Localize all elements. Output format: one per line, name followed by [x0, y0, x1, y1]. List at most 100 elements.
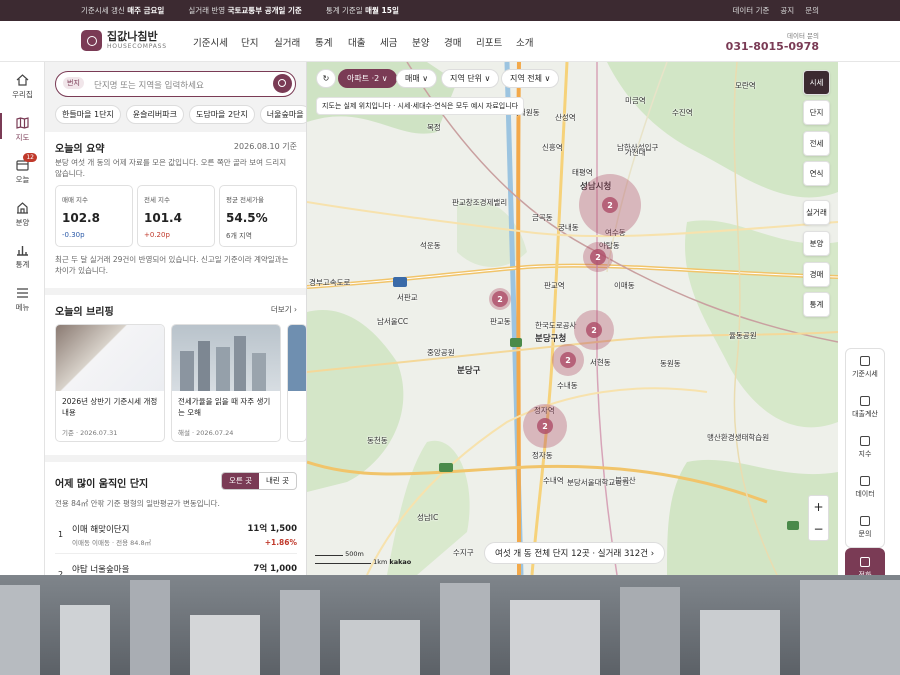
nav-item[interactable]: 경매 [444, 35, 476, 49]
briefing-item[interactable]: 2026년 상반기 기준시세 개정 내용 기준 · 2026.07.31 [55, 324, 165, 442]
map-cluster[interactable]: 2 [489, 288, 511, 310]
zoom-out-button[interactable]: − [809, 518, 828, 540]
nav-item[interactable]: 소개 [516, 35, 548, 49]
quick-chip[interactable]: 윤슬리버파크 [125, 105, 184, 124]
nav-item[interactable]: 리포트 [476, 35, 516, 49]
topbar-link-contact[interactable]: 문의 [805, 5, 819, 16]
map-cluster[interactable]: 2 [552, 344, 584, 376]
briefing-item[interactable]: 전세가율을 읽을 때 자주 생기는 오해 해설 · 2026.07.24 [171, 324, 281, 442]
leftnav-stats[interactable]: 통계 [0, 244, 45, 270]
layer-presale[interactable]: 분양 [803, 231, 830, 256]
tab-falling[interactable]: 내린 곳 [259, 473, 296, 489]
right-quick-rail: 기준시세 대출계산 지수 데이터 문의 전화 [845, 348, 885, 591]
rail-contact[interactable]: 문의 [845, 516, 885, 539]
global-nav: 기준시세 단지 실거래 통계 대출 세금 분양 경매 리포트 소개 [193, 35, 548, 49]
side-panel: 번지 단지명 또는 지역을 입력하세요 한들마을 1단지 윤슬리버파크 도담마을… [45, 62, 307, 575]
search-input[interactable]: 단지명 또는 지역을 입력하세요 [94, 79, 204, 91]
leftnav-map[interactable]: 지도 [0, 113, 45, 143]
map-label: 금곡동 [532, 213, 553, 222]
nav-item[interactable]: 실거래 [274, 35, 315, 49]
layer-stats[interactable]: 통계 [803, 292, 830, 317]
search-scope-chip[interactable]: 번지 [63, 77, 84, 89]
leftnav-presale[interactable]: 분양 [0, 202, 45, 228]
filter-area-unit[interactable]: 지역 단위 ∨ [441, 69, 500, 88]
layer-jeonse[interactable]: 전세 [803, 131, 830, 156]
notification-badge: 12 [23, 153, 37, 162]
filter-deal-type[interactable]: 매매 ∨ [396, 69, 438, 88]
briefing-thumbnail [56, 325, 164, 391]
chat-icon [860, 516, 870, 526]
map-label: 수지구 [453, 548, 474, 557]
map-view[interactable]: 하대원동 미금역 수진역 산성역 남한산성입구 신흥역 모란역 복정 태평역 가… [307, 62, 838, 575]
nav-item[interactable]: 기준시세 [193, 35, 241, 49]
calculator-icon [860, 396, 870, 406]
summary-title: 오늘의 요약 [55, 144, 105, 155]
rail-data[interactable]: 데이터 [845, 476, 885, 499]
mover-row[interactable]: 2 야탑 너울숲마을 7억 1,000 [55, 560, 297, 575]
layer-price[interactable]: 시세 [803, 70, 830, 95]
map-label: 궁내동 [558, 223, 579, 232]
nav-item[interactable]: 대출 [348, 35, 380, 49]
phone-icon [860, 557, 870, 567]
stat-jeonse-ratio[interactable]: 평균 전세가율 54.5% 6개 지역 [219, 185, 297, 247]
tab-rising[interactable]: 오른 곳 [222, 473, 259, 489]
movers-desc: 전용 84㎡ 안팎 기준 평형의 일반평균가 변동입니다. [55, 499, 220, 508]
briefing-more-link[interactable]: 더보기 › [271, 304, 297, 315]
map-cluster[interactable]: 2 [574, 310, 614, 350]
briefing-title: 오늘의 브리핑 [55, 307, 114, 318]
top-notice-bar: 기준시세 갱신 매주 금요일 실거래 반영 국토교통부 공개일 기준 통계 기준… [0, 0, 900, 21]
map-label: 복정 [427, 123, 441, 132]
quick-chip[interactable]: 한들마을 1단지 [55, 105, 121, 124]
map-label: 정자동 [532, 451, 553, 460]
map-cluster[interactable]: 2 [579, 174, 641, 236]
map-label: 서판교 [397, 293, 418, 302]
topbar-link-notice[interactable]: 공지 [780, 5, 794, 16]
leftnav-today[interactable]: 12 오늘 [0, 153, 45, 185]
summary-note: 최근 두 달 실거래 29건이 반영되어 있습니다. 신고일 기준이라 계약일과… [55, 255, 289, 275]
layer-auction[interactable]: 경매 [803, 262, 830, 287]
leftnav-menu[interactable]: 메뉴 [0, 287, 45, 313]
contact-phone[interactable]: 031-8015-0978 [726, 40, 819, 53]
compass-icon [81, 30, 102, 51]
bar-chart-icon [860, 356, 870, 366]
logo[interactable]: 집값나침반 HOUSECOMPASS [81, 30, 167, 51]
filter-region[interactable]: 지역 전체 ∨ [501, 69, 560, 88]
rail-index[interactable]: 지수 [845, 436, 885, 459]
search-icon[interactable] [273, 74, 292, 93]
city-photo [0, 575, 900, 675]
refresh-icon[interactable]: ↻ [316, 69, 336, 88]
map-cluster[interactable]: 2 [523, 404, 567, 448]
map-label: 분당구 [457, 366, 481, 376]
rail-price[interactable]: 기준시세 [845, 356, 885, 379]
stat-sale-index[interactable]: 매매 지수 102.8 -0.30p [55, 185, 133, 247]
map-label: 미금역 [625, 96, 646, 105]
topbar-link-data[interactable]: 데이터 기준 [732, 5, 769, 16]
rail-loan[interactable]: 대출계산 [845, 396, 885, 419]
map-label: 판교역 [544, 281, 565, 290]
leftnav-home[interactable]: 우리집 [0, 74, 45, 100]
map-label: 판교동 [490, 317, 511, 326]
nav-item[interactable]: 세금 [380, 35, 412, 49]
layer-transactions[interactable]: 실거래 [803, 200, 830, 225]
notice-item: 통계 기준일 매월 15일 [325, 6, 399, 15]
map-summary-button[interactable]: 여섯 개 동 전체 단지 12곳 · 실거래 312건 › [484, 542, 666, 564]
layer-age[interactable]: 연식 [803, 161, 830, 186]
layer-complex[interactable]: 단지 [803, 100, 830, 125]
map-label: 율동공원 [729, 331, 757, 340]
summary-date: 2026.08.10 기준 [233, 142, 297, 151]
mover-row[interactable]: 1 이매 해맞이단지 이매동 이매동 · 전용 84.8㎡ 11억 1,500 … [55, 520, 297, 554]
zoom-in-button[interactable]: + [809, 496, 828, 518]
map-label: 이매동 [614, 281, 635, 290]
quick-chips: 한들마을 1단지 윤슬리버파크 도담마을 2단지 너울숲마을 [55, 105, 306, 124]
briefing-item[interactable] [287, 324, 306, 442]
stat-jeonse-index[interactable]: 전세 지수 101.4 +0.20p [137, 185, 215, 247]
contact-block[interactable]: 데이터 문의 031-8015-0978 [726, 30, 819, 53]
map-cluster[interactable]: 2 [583, 242, 613, 272]
nav-item[interactable]: 분양 [412, 35, 444, 49]
quick-chip[interactable]: 도담마을 2단지 [188, 105, 255, 124]
filter-property-type[interactable]: 아파트 ·2 ∨ [338, 69, 397, 88]
nav-item[interactable]: 단지 [241, 35, 274, 49]
search-box[interactable]: 번지 단지명 또는 지역을 입력하세요 [55, 71, 296, 97]
nav-item[interactable]: 통계 [315, 35, 348, 49]
quick-chip[interactable]: 너울숲마을 [259, 105, 306, 124]
